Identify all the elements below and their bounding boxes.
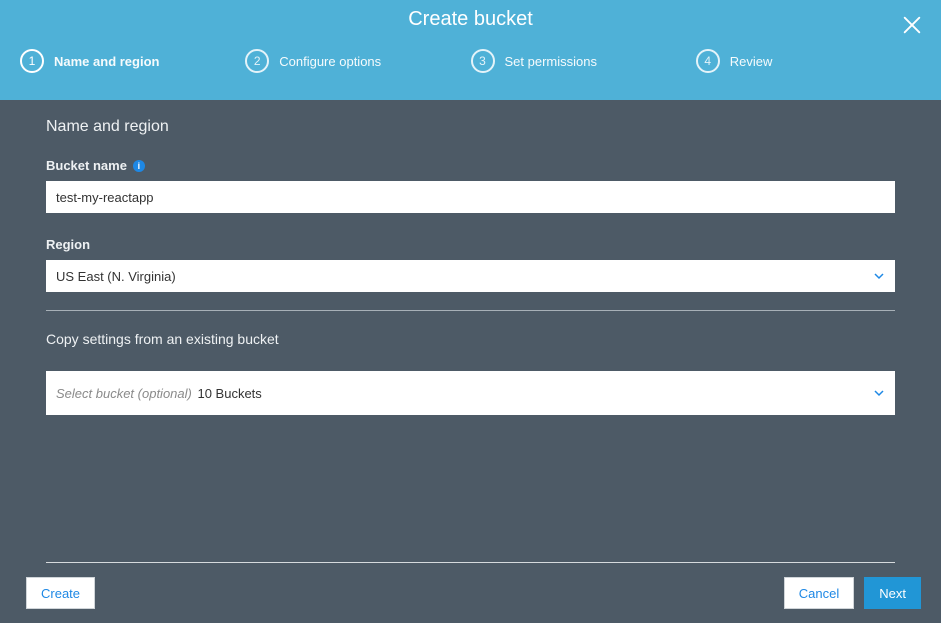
step-set-permissions[interactable]: 3 Set permissions bbox=[471, 49, 696, 73]
copy-settings-count: 10 Buckets bbox=[197, 386, 261, 401]
close-icon[interactable] bbox=[901, 14, 923, 36]
copy-settings-select[interactable]: Select bucket (optional) 10 Buckets bbox=[46, 371, 895, 415]
modal-title: Create bucket bbox=[0, 0, 941, 31]
chevron-down-icon bbox=[873, 270, 885, 282]
create-button[interactable]: Create bbox=[26, 577, 95, 609]
wizard-steps: 1 Name and region 2 Configure options 3 … bbox=[0, 49, 941, 73]
copy-settings-label: Copy settings from an existing bucket bbox=[46, 331, 895, 347]
step-label: Set permissions bbox=[505, 54, 597, 69]
step-label: Configure options bbox=[279, 54, 381, 69]
step-name-and-region[interactable]: 1 Name and region bbox=[20, 49, 245, 73]
next-button[interactable]: Next bbox=[864, 577, 921, 609]
step-label: Name and region bbox=[54, 54, 159, 69]
step-label: Review bbox=[730, 54, 773, 69]
modal-body: Name and region Bucket name i Region US … bbox=[0, 100, 941, 562]
modal-header: Create bucket 1 Name and region 2 Config… bbox=[0, 0, 941, 100]
step-number-icon: 2 bbox=[245, 49, 269, 73]
copy-settings-placeholder: Select bucket (optional) bbox=[56, 386, 192, 401]
cancel-button[interactable]: Cancel bbox=[784, 577, 854, 609]
step-number-icon: 1 bbox=[20, 49, 44, 73]
footer-right-group: Cancel Next bbox=[784, 577, 921, 609]
region-select[interactable]: US East (N. Virginia) bbox=[46, 260, 895, 292]
section-divider bbox=[46, 310, 895, 311]
region-select-value: US East (N. Virginia) bbox=[56, 269, 176, 284]
step-number-icon: 3 bbox=[471, 49, 495, 73]
step-configure-options[interactable]: 2 Configure options bbox=[245, 49, 470, 73]
copy-settings-value: Select bucket (optional) 10 Buckets bbox=[56, 386, 262, 401]
step-review[interactable]: 4 Review bbox=[696, 49, 921, 73]
bucket-name-label: Bucket name i bbox=[46, 158, 895, 173]
bucket-name-input[interactable] bbox=[46, 181, 895, 213]
step-number-icon: 4 bbox=[696, 49, 720, 73]
info-icon[interactable]: i bbox=[133, 160, 145, 172]
modal-footer: Create Cancel Next bbox=[0, 563, 941, 623]
section-title: Name and region bbox=[46, 118, 895, 136]
chevron-down-icon bbox=[873, 387, 885, 399]
region-label: Region bbox=[46, 237, 895, 252]
bucket-name-label-text: Bucket name bbox=[46, 158, 127, 173]
create-bucket-modal: Create bucket 1 Name and region 2 Config… bbox=[0, 0, 941, 623]
